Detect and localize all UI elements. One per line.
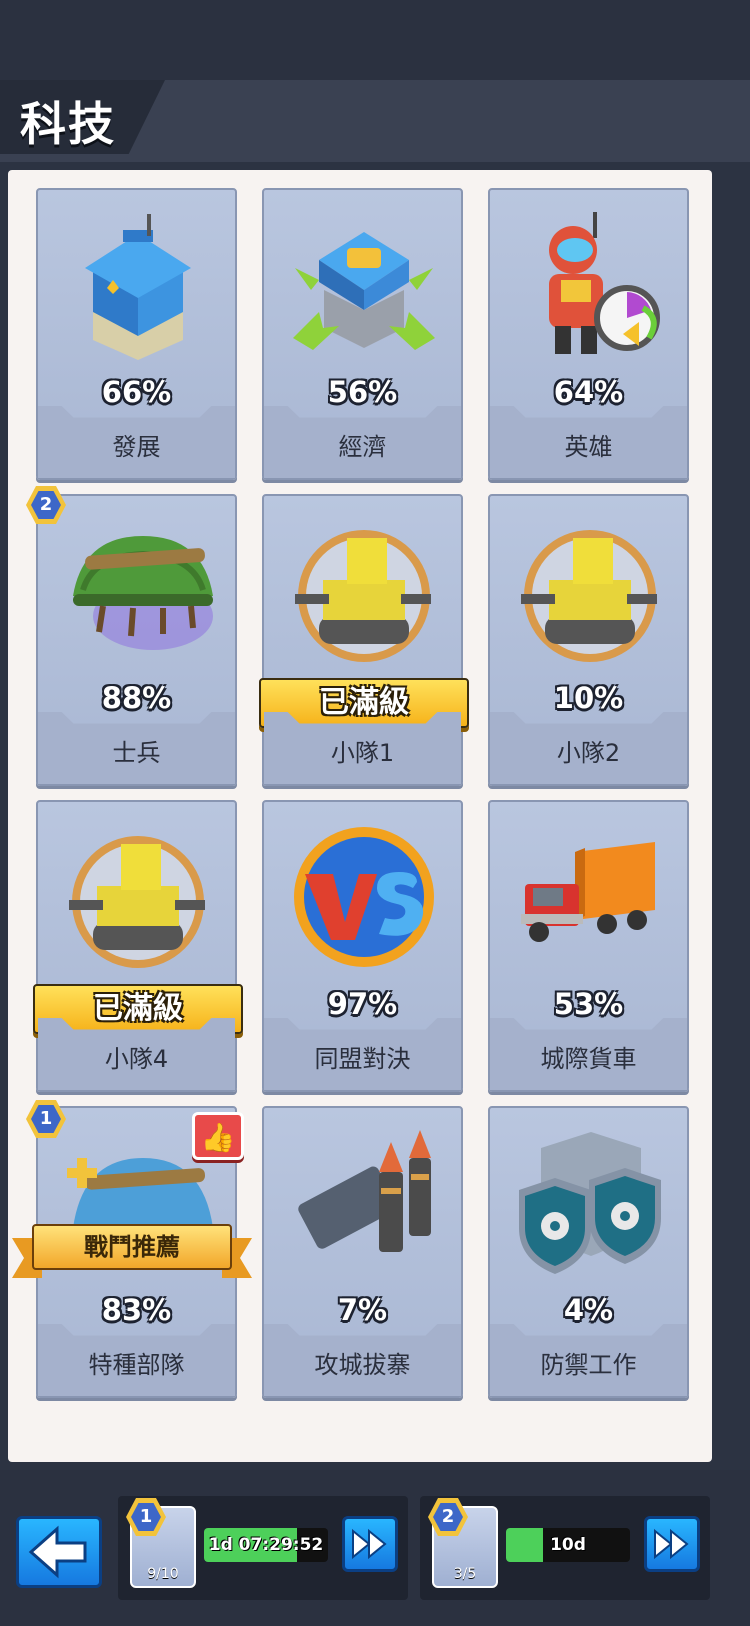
card-percent: 66% (101, 375, 172, 409)
house-icon (85, 214, 191, 360)
card-percent: 10% (553, 681, 624, 715)
economy-building-icon (293, 232, 435, 350)
tech-card-squad-1[interactable]: 已滿級 小隊1 (259, 494, 469, 786)
shield-gear-icon (519, 1132, 661, 1274)
research-slot-1[interactable]: 1 9/10 1d 07:29:52 (118, 1496, 408, 1600)
research-count: 3/5 (453, 1566, 477, 1582)
soldier-helmet-icon (73, 536, 213, 650)
battle-recommend-label: 戰鬥推薦 (32, 1224, 232, 1270)
tech-card-intercity-truck[interactable]: 53% 城際貨車 (488, 800, 689, 1092)
card-percent: 53% (553, 987, 624, 1021)
tech-card-squad-2[interactable]: 10% 小隊2 (488, 494, 689, 786)
card-label: 攻城拔寨 (314, 1351, 411, 1379)
tech-card-economy[interactable]: 56% 經濟 (262, 188, 463, 480)
tech-card-alliance-duel[interactable]: 97% 同盟對決 (262, 800, 463, 1092)
tech-card-development[interactable]: 66% 發展 (36, 188, 237, 480)
card-percent: 4% (563, 1293, 614, 1327)
card-percent: 56% (327, 375, 398, 409)
card-label: 經濟 (338, 433, 387, 461)
speed-up-button[interactable] (644, 1516, 700, 1572)
card-percent: 64% (553, 375, 624, 409)
card-label: 小隊1 (330, 739, 395, 767)
rockets-icon (298, 1130, 431, 1252)
vs-icon (294, 827, 434, 967)
top-bar (0, 0, 750, 80)
tech-card-siege[interactable]: 7% 攻城拔寨 (262, 1106, 463, 1398)
card-label: 小隊4 (104, 1045, 169, 1073)
tech-card-squad-4[interactable]: 已滿級 小隊4 (33, 800, 243, 1092)
tech-card-hero[interactable]: 64% 英雄 (488, 188, 689, 480)
fast-forward-icon (352, 1528, 387, 1560)
card-label: 發展 (112, 433, 161, 461)
tank-icon (521, 530, 657, 662)
page-title: 科技 (20, 97, 116, 151)
back-arrow-icon (28, 1525, 87, 1579)
card-percent: 88% (101, 681, 172, 715)
research-slot-2[interactable]: 2 3/5 10d 14:26:34 (420, 1496, 710, 1600)
fast-forward-icon (654, 1528, 689, 1560)
card-label: 同盟對決 (314, 1045, 411, 1073)
card-percent: 7% (337, 1293, 388, 1327)
back-button[interactable] (16, 1516, 102, 1588)
hero-icon (549, 212, 660, 354)
card-label: 小隊2 (556, 739, 621, 767)
timer-text: 10d 14:26:34 (550, 1535, 586, 1555)
research-count: 9/10 (147, 1566, 179, 1582)
battle-recommend-ribbon: 戰鬥推薦 (12, 1224, 252, 1278)
tank-icon (69, 836, 205, 968)
research-timer: 1d 07:29:52 (204, 1528, 328, 1562)
research-timer: 10d 14:26:34 (506, 1528, 630, 1562)
tank-icon (295, 530, 431, 662)
card-label: 防禦工作 (540, 1351, 637, 1379)
timer-text: 1d 07:29:52 (208, 1535, 324, 1555)
speed-up-button[interactable] (342, 1516, 398, 1572)
card-label: 特種部隊 (88, 1351, 185, 1379)
thumbs-up-icon: 👍 (192, 1112, 244, 1160)
card-label: 士兵 (112, 739, 161, 767)
tech-card-defense[interactable]: 4% 防禦工作 (488, 1106, 689, 1398)
card-percent: 97% (327, 987, 398, 1021)
truck-icon (521, 842, 655, 942)
card-label: 英雄 (564, 433, 613, 461)
card-label: 城際貨車 (540, 1045, 637, 1073)
card-percent: 83% (101, 1293, 172, 1327)
tech-card-soldier[interactable]: 88% 士兵 (36, 494, 237, 786)
